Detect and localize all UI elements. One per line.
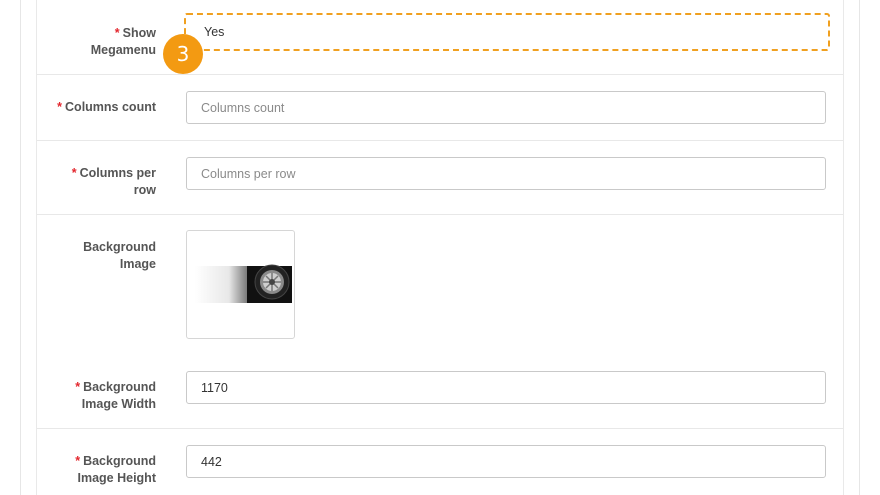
car-wheel-image	[195, 264, 292, 303]
background-image-width-value: 1170	[201, 380, 228, 395]
columns-per-row-label: * Columns per row	[71, 166, 156, 197]
required-marker: *	[114, 26, 120, 40]
row-divider	[37, 428, 843, 429]
columns-count-label: * Columns count	[57, 100, 156, 114]
background-image-label: Background Image	[83, 240, 156, 271]
required-marker: *	[75, 454, 81, 468]
columns-count-placeholder: Columns count	[201, 100, 285, 115]
columns-per-row-placeholder: Columns per row	[201, 166, 296, 181]
row-divider	[37, 140, 843, 141]
background-image-width-input[interactable]: 1170	[186, 371, 826, 404]
show-megamenu-label: * Show Megamenu	[90, 26, 156, 57]
show-megamenu-value: Yes	[204, 25, 225, 39]
background-image-thumbnail[interactable]	[186, 230, 295, 339]
columns-count-input[interactable]: Columns count	[186, 91, 826, 124]
show-megamenu-select[interactable]: Yes	[184, 13, 830, 51]
background-image-height-label: * Background Image Height	[75, 454, 156, 485]
columns-per-row-input[interactable]: Columns per row	[186, 157, 826, 190]
row-divider	[37, 214, 843, 215]
row-divider	[37, 74, 843, 75]
required-marker: *	[75, 380, 81, 394]
required-marker: *	[71, 166, 77, 180]
background-image-width-label: * Background Image Width	[75, 380, 156, 411]
step-badge: 3	[163, 34, 203, 74]
background-image-height-value: 442	[201, 454, 222, 469]
required-marker: *	[57, 100, 63, 114]
background-image-height-input[interactable]: 442	[186, 445, 826, 478]
